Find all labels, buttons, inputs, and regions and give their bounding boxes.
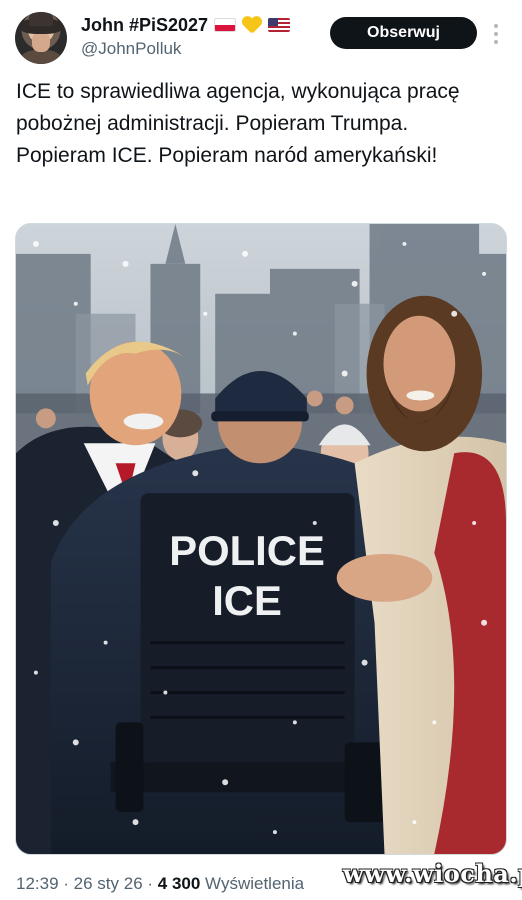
follow-button[interactable]: Obserwuj <box>330 17 477 49</box>
watermark: www.wiocha.pl <box>343 859 522 888</box>
tweet-image[interactable]: POLICE ICE <box>15 223 507 855</box>
author-info: John #PiS2027 @JohnPolluk <box>81 14 291 62</box>
tweet-meta: 12:39 · 26 sty 26 · 4 300 Wyświetlenia <box>16 874 304 894</box>
poland-flag-icon <box>214 18 237 32</box>
meta-separator: · <box>142 874 158 893</box>
tweet-text: ICE to sprawiedliwa agencja, wykonująca … <box>16 80 460 167</box>
tweet-date[interactable]: 26 sty 26 <box>74 874 143 893</box>
avatar[interactable] <box>15 12 67 64</box>
user-handle[interactable]: @JohnPolluk <box>81 36 290 62</box>
vest-line-police: POLICE <box>169 527 325 574</box>
vest-line-ice: ICE <box>212 577 282 624</box>
views-count: 4 300 <box>157 874 201 893</box>
tweet-time[interactable]: 12:39 <box>16 874 59 893</box>
meta-separator: · <box>58 874 74 893</box>
display-name-row[interactable]: John #PiS2027 <box>81 14 291 36</box>
views-label: Wyświetlenia <box>205 874 305 893</box>
yellow-heart-icon <box>242 16 262 34</box>
tweet-header: John #PiS2027 @JohnPolluk Obserwuj <box>15 12 512 70</box>
image-illustration: POLICE ICE <box>16 224 506 854</box>
tweet-page: John #PiS2027 @JohnPolluk Obserwuj ICE t… <box>0 0 522 900</box>
display-name[interactable]: John #PiS2027 <box>81 14 208 36</box>
us-flag-icon <box>268 18 291 32</box>
more-options-icon[interactable] <box>493 24 499 44</box>
